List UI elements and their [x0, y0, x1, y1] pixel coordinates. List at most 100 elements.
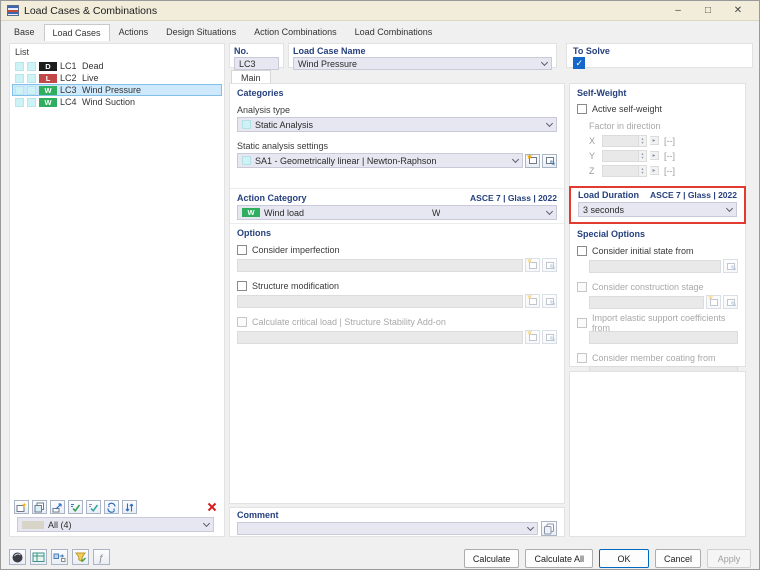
new-imperfection-icon: ★: [525, 258, 540, 272]
expand-y-icon: ▸: [650, 151, 659, 160]
critical-load-field: [237, 331, 523, 344]
load-case-id: LC3: [60, 85, 79, 95]
middle-panel: Categories Analysis type Static Analysis…: [229, 83, 565, 504]
static-settings-select[interactable]: SA1 - Geometrically linear | Newton-Raph…: [237, 153, 523, 168]
new-load-case-icon[interactable]: [14, 500, 29, 514]
list-item-lc3[interactable]: W LC3 Wind Pressure: [12, 84, 222, 96]
tab-load-combinations[interactable]: Load Combinations: [346, 24, 442, 40]
copy-comment-icon[interactable]: [541, 521, 557, 536]
spinner-icon: ▴▾: [638, 165, 647, 177]
elastic-support-field: [589, 331, 738, 344]
active-self-weight-label: Active self-weight: [592, 104, 662, 114]
categories-header: Categories: [237, 88, 557, 98]
tab-base[interactable]: Base: [5, 24, 44, 40]
sort-icon[interactable]: [122, 500, 137, 514]
filter-value: All (4): [48, 520, 72, 530]
structure-modification-checkbox[interactable]: [237, 281, 247, 291]
tab-load-cases[interactable]: Load Cases: [44, 24, 110, 41]
title-bar: Load Cases & Combinations – □ ✕: [1, 1, 759, 21]
tab-action-combinations[interactable]: Action Combinations: [245, 24, 346, 40]
toggle-cell-icon[interactable]: [27, 86, 36, 95]
minimize-button[interactable]: –: [663, 2, 693, 20]
function-icon[interactable]: ƒ: [93, 549, 110, 565]
factor-z-input: [602, 165, 638, 177]
axis-z-label: Z: [589, 166, 599, 176]
action-category-select[interactable]: W Wind load W: [237, 205, 557, 220]
chevron-down-icon: [541, 59, 548, 66]
comment-select[interactable]: [237, 522, 538, 535]
tables-icon[interactable]: [30, 549, 47, 565]
list-item-lc1[interactable]: D LC1 Dead: [12, 60, 222, 72]
toggle-cell-icon[interactable]: [27, 74, 36, 83]
consider-initial-state-checkbox[interactable]: [577, 246, 587, 256]
load-case-name-select[interactable]: Wind Pressure: [293, 57, 552, 70]
toggle-cell-icon[interactable]: [27, 98, 36, 107]
load-case-name: Live: [82, 73, 99, 83]
toggle-cell-icon[interactable]: [15, 62, 24, 71]
structure-modification-field: [237, 295, 523, 308]
filter-swatch: [22, 521, 44, 529]
chevron-down-icon: [546, 208, 553, 215]
self-weight-header: Self-Weight: [577, 88, 738, 98]
tab-design-situations[interactable]: Design Situations: [157, 24, 245, 40]
chevron-down-icon: [546, 120, 553, 127]
import-elastic-support-checkbox: [577, 318, 587, 328]
list-item-lc2[interactable]: L LC2 Live: [12, 72, 222, 84]
edit-settings-icon[interactable]: ✎: [542, 154, 557, 168]
active-self-weight-checkbox[interactable]: [577, 104, 587, 114]
copy-load-case-icon[interactable]: [32, 500, 47, 514]
maximize-button[interactable]: □: [693, 2, 723, 20]
consider-construction-stage-label: Consider construction stage: [592, 282, 704, 292]
edit-imperfection-icon: ✎: [542, 258, 557, 272]
close-button[interactable]: ✕: [723, 2, 753, 20]
chevron-down-icon: [512, 156, 519, 163]
chevron-down-icon: [203, 520, 210, 527]
app-icon: [7, 5, 19, 16]
sub-tab-strip: Main: [231, 69, 271, 84]
to-solve-checkbox[interactable]: [573, 57, 585, 69]
calculate-all-button[interactable]: Calculate All: [525, 549, 593, 568]
toggle-cell-icon[interactable]: [27, 62, 36, 71]
deactivate-load-case-icon[interactable]: [86, 500, 101, 514]
analysis-type-select[interactable]: Static Analysis: [237, 117, 557, 132]
factor-in-direction-label: Factor in direction: [589, 121, 738, 131]
list-filter-select[interactable]: All (4): [17, 517, 214, 532]
action-category-section: Action Category ASCE 7 | Glass | 2022 W …: [230, 189, 564, 224]
comment-header: Comment: [237, 510, 557, 520]
activate-load-case-icon[interactable]: [68, 500, 83, 514]
load-case-name: Wind Pressure: [82, 85, 141, 95]
delete-all-icon[interactable]: [204, 500, 219, 514]
toggle-cell-icon[interactable]: [15, 74, 24, 83]
action-symbol: W: [432, 208, 441, 218]
calculate-critical-load-label: Calculate critical load | Structure Stab…: [252, 317, 446, 327]
category-badge: L: [39, 74, 57, 83]
edit-construction-stage-icon: ✎: [723, 295, 738, 309]
category-badge: W: [39, 86, 57, 95]
assign-icon[interactable]: [51, 549, 68, 565]
critical-load-group: Calculate critical load | Structure Stab…: [237, 315, 557, 344]
to-solve-label: To Solve: [573, 46, 746, 56]
filter-icon[interactable]: [72, 549, 89, 565]
toggle-cell-icon[interactable]: [15, 86, 24, 95]
unit-y-label: [--]: [664, 151, 675, 161]
consider-imperfection-checkbox[interactable]: [237, 245, 247, 255]
action-category-header: Action Category: [237, 193, 307, 203]
renumber-icon[interactable]: [104, 500, 119, 514]
new-settings-icon[interactable]: ★: [525, 154, 540, 168]
cancel-button[interactable]: Cancel: [655, 549, 701, 568]
generate-load-case-icon[interactable]: [50, 500, 65, 514]
calculate-button[interactable]: Calculate: [464, 549, 520, 568]
load-duration-select[interactable]: 3 seconds: [578, 202, 737, 217]
chevron-down-icon: [527, 524, 534, 531]
svg-text:ƒ: ƒ: [98, 553, 104, 564]
consider-member-coating-label: Consider member coating from: [592, 353, 716, 363]
list-item-lc4[interactable]: W LC4 Wind Suction: [12, 96, 222, 108]
preview-sphere-icon[interactable]: [9, 549, 26, 565]
factor-x-row: X ▴▾ ▸ [--]: [589, 133, 738, 148]
analysis-type-value: Static Analysis: [255, 120, 313, 130]
factor-y-input: [602, 150, 638, 162]
ok-button[interactable]: OK: [599, 549, 649, 568]
action-category-name: Wind load: [264, 208, 304, 218]
toggle-cell-icon[interactable]: [15, 98, 24, 107]
tab-actions[interactable]: Actions: [110, 24, 158, 40]
